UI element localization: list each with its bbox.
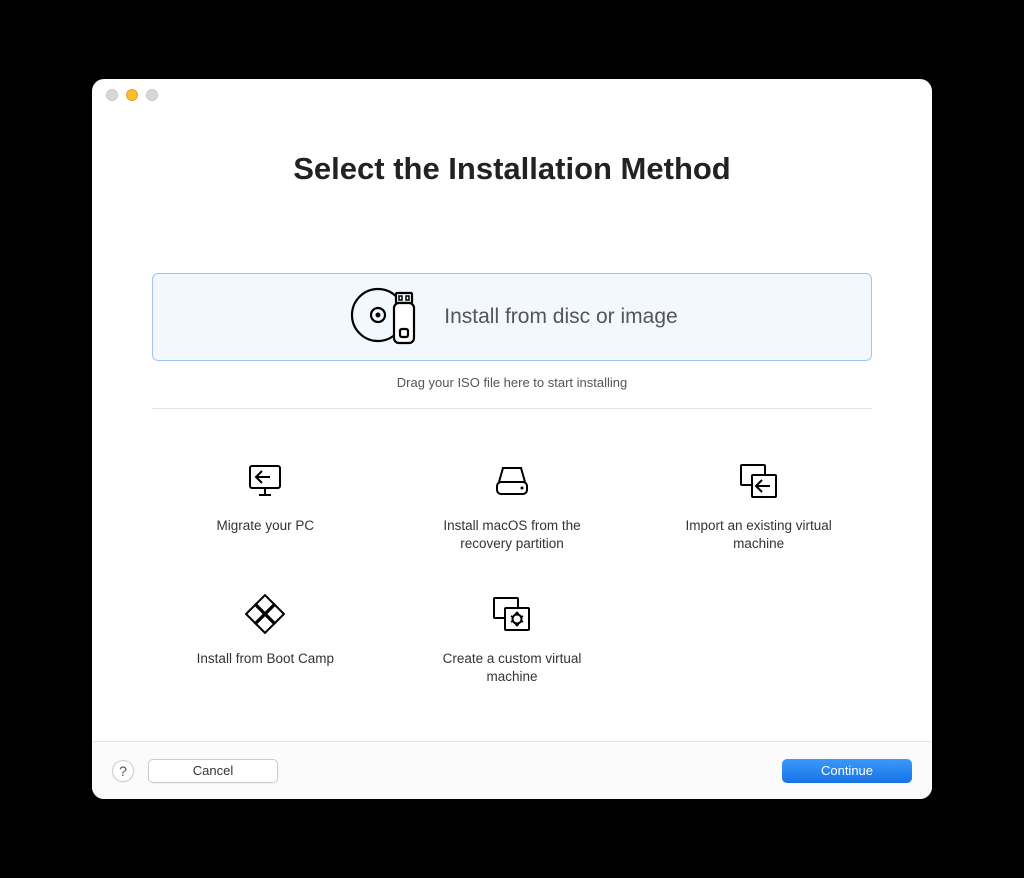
disc-usb-icon (346, 285, 426, 349)
divider (152, 408, 872, 409)
migrate-pc-option[interactable]: Migrate your PC (152, 459, 379, 552)
import-vm-option[interactable]: Import an existing virtual machine (645, 459, 872, 552)
page-title: Select the Installation Method (152, 151, 872, 187)
install-from-disc-option[interactable]: Install from disc or image (152, 273, 872, 361)
hard-drive-icon (492, 459, 532, 503)
install-macos-label: Install macOS from the recovery partitio… (432, 517, 592, 552)
options-grid: Migrate your PC Install macOS from the r… (152, 459, 872, 685)
window-maximize-button[interactable] (146, 89, 158, 101)
content-area: Select the Installation Method Install f… (92, 111, 932, 741)
custom-vm-option[interactable]: Create a custom virtual machine (399, 592, 626, 685)
boot-camp-option[interactable]: Install from Boot Camp (152, 592, 379, 685)
window-close-button[interactable] (106, 89, 118, 101)
cancel-button[interactable]: Cancel (148, 759, 278, 783)
boot-camp-icon (245, 592, 285, 636)
install-macos-option[interactable]: Install macOS from the recovery partitio… (399, 459, 626, 552)
titlebar (92, 79, 932, 111)
installer-window: Select the Installation Method Install f… (92, 79, 932, 799)
custom-vm-label: Create a custom virtual machine (432, 650, 592, 685)
footer: ? Cancel Continue (92, 741, 932, 799)
import-vm-icon (737, 459, 781, 503)
custom-vm-icon (490, 592, 534, 636)
continue-button[interactable]: Continue (782, 759, 912, 783)
drop-hint: Drag your ISO file here to start install… (152, 375, 872, 390)
boot-camp-label: Install from Boot Camp (197, 650, 334, 668)
migrate-pc-icon (245, 459, 285, 503)
migrate-pc-label: Migrate your PC (217, 517, 315, 535)
import-vm-label: Import an existing virtual machine (679, 517, 839, 552)
install-from-disc-label: Install from disc or image (444, 305, 677, 329)
window-minimize-button[interactable] (126, 89, 138, 101)
help-button[interactable]: ? (112, 760, 134, 782)
